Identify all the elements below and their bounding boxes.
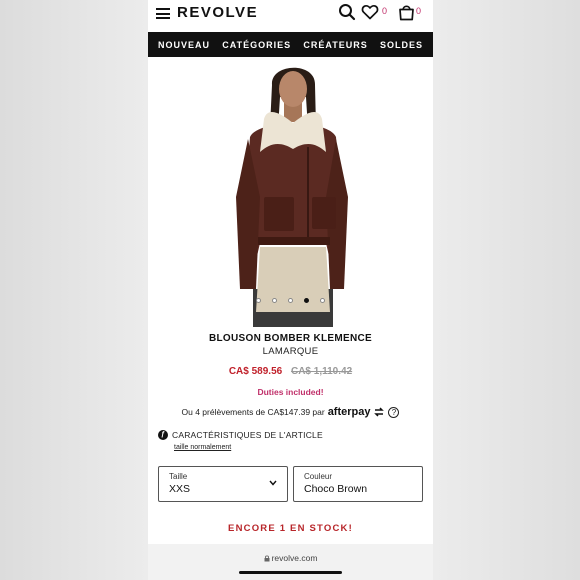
lock-icon [264,555,270,562]
carousel-dot[interactable] [288,298,293,303]
product-brand[interactable]: LAMARQUE [148,346,433,357]
background-right [433,0,580,580]
nav-item-soldes[interactable]: SOLDES [380,40,423,50]
url-text: revolve.com [271,553,318,563]
fit-link[interactable]: taille normalement [174,444,231,451]
browser-url-bar[interactable]: revolve.com [148,544,433,580]
color-select[interactable]: Couleur Choco Brown [293,466,423,502]
model-face [279,71,307,107]
afterpay-info-icon[interactable]: ? [388,406,400,418]
search-icon[interactable] [338,3,356,21]
wishlist-heart-icon[interactable] [361,3,379,21]
site-logo[interactable]: REVOLVE [177,4,258,21]
carousel-dot[interactable] [256,298,261,303]
jacket-right-pocket [312,197,336,229]
afterpay-logo: afterpay [327,406,371,418]
sale-price: CA$ 589.56 [228,366,283,377]
image-carousel-dots [256,298,325,303]
stock-message: ENCORE 1 EN STOCK! [228,523,353,534]
chevron-down-icon [269,480,277,486]
color-label: Couleur [304,472,333,481]
nav-item-categories[interactable]: CATÉGORIES [222,40,291,50]
color-value: Choco Brown [304,483,368,495]
site-header: REVOLVE 0 0 [148,0,433,32]
category-nav: NOUVEAU CATÉGORIES CRÉATEURS SOLDES [148,32,433,57]
afterpay-installments: Ou 4 prélèvements de CA$147.39 par after… [148,406,433,418]
product-image[interactable] [148,57,433,327]
phone-screen: REVOLVE 0 0 NOUVEAU CATÉGORIES CRÉATEURS… [148,0,433,580]
nav-item-nouveau[interactable]: NOUVEAU [158,40,210,50]
bag-count: 0 [416,6,422,16]
jacket-waistband [258,237,330,245]
home-indicator[interactable] [239,571,342,574]
duties-notice: Duties included! [257,387,324,397]
nav-item-createurs[interactable]: CRÉATEURS [303,40,367,50]
shopping-bag-icon[interactable] [398,3,415,21]
features-icon: ƒ [158,430,168,440]
wishlist-count: 0 [382,6,388,16]
price-block: CA$ 589.56 CA$ 1,110.42 [148,366,433,377]
afterpay-arrows-icon [374,407,385,417]
size-value: XXS [169,483,191,495]
product-title: BLOUSON BOMBER KLEMENCE [208,333,372,344]
carousel-dot[interactable] [320,298,325,303]
carousel-dot-active[interactable] [304,298,309,303]
afterpay-text: Ou 4 prélèvements de CA$147.39 par [181,407,325,417]
hamburger-menu-icon[interactable] [156,8,170,19]
jacket-left-pocket [264,197,294,231]
background-left [0,0,148,580]
item-features[interactable]: ƒ CARACTÉRISTIQUES DE L'ARTICLE [158,430,323,440]
features-label: CARACTÉRISTIQUES DE L'ARTICLE [172,430,323,440]
size-label: Taille [169,472,188,481]
original-price: CA$ 1,110.42 [290,366,353,377]
size-select[interactable]: Taille XXS [158,466,288,502]
url-display: revolve.com [148,553,433,563]
carousel-dot[interactable] [272,298,277,303]
